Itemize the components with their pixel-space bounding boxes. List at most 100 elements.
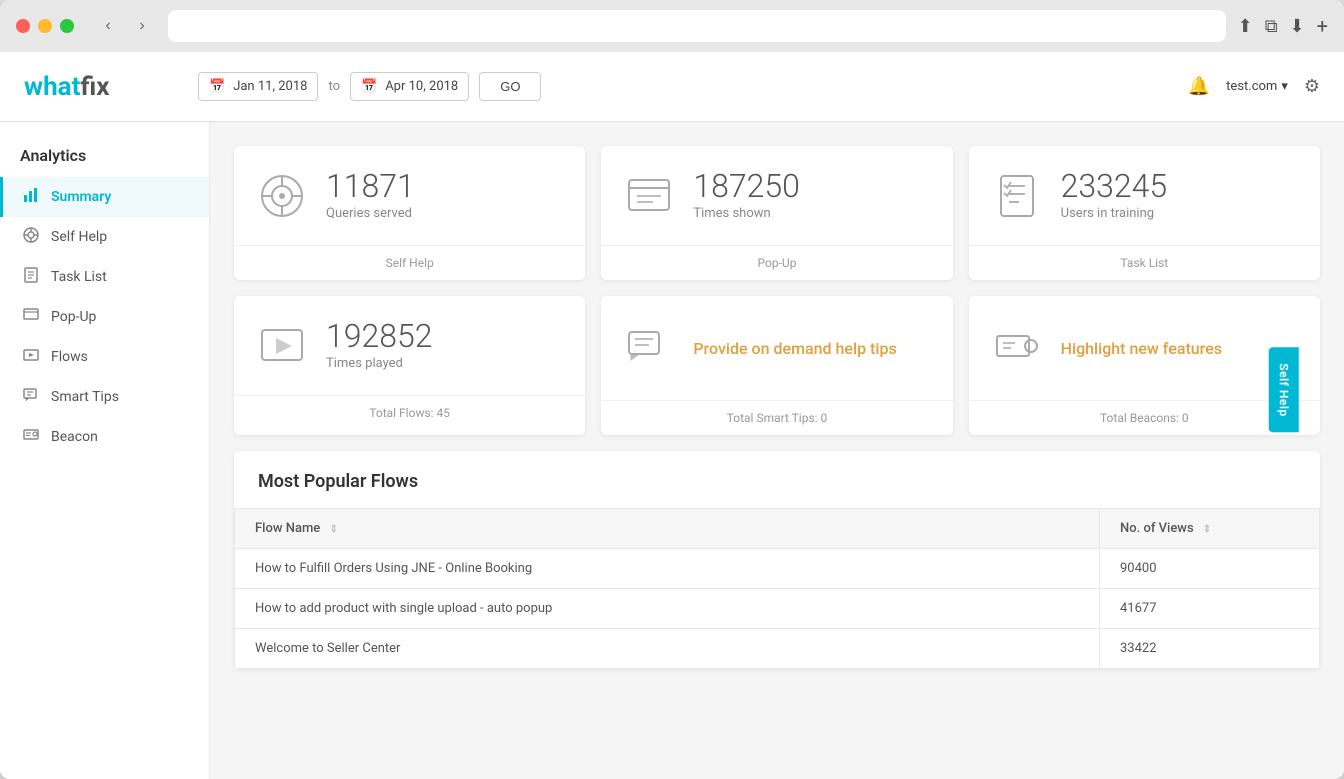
flows-table: Flow Name ⇕ No. of Views ⇕ How to F — [234, 508, 1320, 669]
sort-views-icon: ⇕ — [1203, 524, 1211, 535]
header-right: 🔔 test.com ▾ ⚙ — [1188, 76, 1320, 97]
self-help-icon — [23, 227, 39, 247]
self-help-stat-body: 11871 Queries served — [234, 146, 585, 245]
date-separator: to — [328, 79, 340, 94]
minimize-button[interactable] — [38, 19, 52, 33]
sidebar-flows-label: Flows — [51, 349, 88, 365]
settings-gear-icon[interactable]: ⚙ — [1304, 76, 1320, 97]
table-title: Most Popular Flows — [234, 451, 1320, 508]
dropdown-arrow-icon: ▾ — [1281, 79, 1288, 94]
smart-tips-stat-icon — [625, 324, 673, 372]
flows-footer: Total Flows: 45 — [234, 395, 585, 430]
sidebar-section-title: Analytics — [0, 138, 209, 177]
sidebar: Analytics Summary — [0, 122, 210, 779]
smart-tips-stat-card: Provide on demand help tips Total Smart … — [601, 296, 952, 435]
date-from-input[interactable]: 📅 Jan 11, 2018 — [198, 72, 318, 101]
task-list-stat-icon — [993, 172, 1041, 220]
sidebar-item-pop-up[interactable]: Pop-Up — [0, 297, 209, 337]
calendar-to-icon: 📅 — [361, 79, 377, 94]
close-button[interactable] — [16, 19, 30, 33]
sidebar-item-task-list[interactable]: Task List — [0, 257, 209, 297]
self-help-sidebar-tab[interactable]: Self Help — [1268, 347, 1298, 432]
smart-tips-feature-label: Provide on demand help tips — [693, 339, 896, 358]
flows-icon — [23, 347, 39, 367]
self-help-stat-icon — [258, 172, 306, 220]
sidebar-task-list-label: Task List — [51, 269, 107, 285]
account-name: test.com — [1226, 79, 1277, 94]
date-to-input[interactable]: 📅 Apr 10, 2018 — [350, 72, 469, 101]
beacon-stat-body: Highlight new features — [969, 296, 1320, 400]
self-help-value: 11871 — [326, 170, 415, 202]
sidebar-item-smart-tips[interactable]: Smart Tips — [0, 377, 209, 417]
stats-grid-row2: 192852 Times played Total Flows: 45 — [234, 296, 1320, 435]
task-list-icon — [23, 267, 39, 287]
beacon-icon — [23, 427, 39, 447]
col-flow-name[interactable]: Flow Name ⇕ — [235, 509, 1100, 549]
notification-bell-icon[interactable]: 🔔 — [1188, 76, 1210, 97]
forward-button[interactable]: › — [128, 12, 156, 40]
summary-chart-icon — [23, 187, 39, 207]
date-range: 📅 Jan 11, 2018 to 📅 Apr 10, 2018 GO — [198, 72, 541, 101]
self-help-stat-card: 11871 Queries served Self Help — [234, 146, 585, 280]
beacon-stat-card: Highlight new features Total Beacons: 0 — [969, 296, 1320, 435]
flow-views-cell: 41677 — [1100, 589, 1320, 629]
sidebar-summary-label: Summary — [51, 189, 111, 205]
traffic-lights — [16, 19, 74, 33]
flows-stat-card: 192852 Times played Total Flows: 45 — [234, 296, 585, 435]
table-row: How to add product with single upload - … — [235, 589, 1320, 629]
task-list-stat-card: 233245 Users in training Task List — [969, 146, 1320, 280]
go-button[interactable]: GO — [479, 72, 541, 101]
col-flow-name-label: Flow Name — [255, 521, 320, 536]
stats-grid-row1: 11871 Queries served Self Help — [234, 146, 1320, 280]
beacon-footer: Total Beacons: 0 — [969, 400, 1320, 435]
sidebar-item-summary[interactable]: Summary — [0, 177, 209, 217]
flows-value: 192852 — [326, 320, 433, 352]
popup-footer: Pop-Up — [601, 245, 952, 280]
sidebar-item-beacon[interactable]: Beacon — [0, 417, 209, 457]
app-header: whatfix 📅 Jan 11, 2018 to 📅 Apr 10, 2018… — [0, 52, 1344, 122]
browser-titlebar: ‹ › ⬆ ⧉ ⬇ + — [0, 0, 1344, 52]
flow-views-cell: 33422 — [1100, 629, 1320, 669]
pop-up-icon — [23, 307, 39, 327]
flow-name-cell: Welcome to Seller Center — [235, 629, 1100, 669]
download-icon[interactable]: ⬇ — [1290, 16, 1305, 37]
popup-stat-icon — [625, 172, 673, 220]
share-icon[interactable]: ⬆ — [1238, 16, 1253, 37]
date-from-value: Jan 11, 2018 — [233, 79, 307, 94]
flows-stat-info: 192852 Times played — [326, 320, 433, 371]
nav-buttons: ‹ › — [94, 12, 156, 40]
sidebar-item-flows[interactable]: Flows — [0, 337, 209, 377]
self-help-stat-info: 11871 Queries served — [326, 170, 415, 221]
popup-stat-body: 187250 Times shown — [601, 146, 952, 245]
flow-views-cell: 90400 — [1100, 549, 1320, 589]
address-bar[interactable] — [168, 10, 1226, 42]
smart-tips-footer: Total Smart Tips: 0 — [601, 400, 952, 435]
sidebar-self-help-label: Self Help — [51, 229, 107, 245]
smart-tips-stat-body: Provide on demand help tips — [601, 296, 952, 400]
tab-icon[interactable]: ⧉ — [1265, 16, 1278, 37]
beacon-feature-label: Highlight new features — [1061, 339, 1222, 358]
task-list-label: Users in training — [1061, 206, 1168, 221]
popup-stat-info: 187250 Times shown — [693, 170, 800, 221]
smart-tips-icon — [23, 387, 39, 407]
url-input[interactable] — [221, 19, 1173, 34]
task-list-value: 233245 — [1061, 170, 1168, 202]
account-selector[interactable]: test.com ▾ — [1226, 79, 1288, 94]
calendar-from-icon: 📅 — [209, 79, 225, 94]
flow-name-cell: How to Fulfill Orders Using JNE - Online… — [235, 549, 1100, 589]
most-popular-flows-section: Most Popular Flows Flow Name ⇕ No. of Vi… — [234, 451, 1320, 669]
new-tab-button[interactable]: + — [1317, 14, 1328, 38]
maximize-button[interactable] — [60, 19, 74, 33]
popup-stat-card: 187250 Times shown Pop-Up — [601, 146, 952, 280]
sidebar-pop-up-label: Pop-Up — [51, 309, 96, 325]
back-button[interactable]: ‹ — [94, 12, 122, 40]
beacon-stat-icon — [993, 324, 1041, 372]
sidebar-beacon-label: Beacon — [51, 429, 98, 445]
table-row: Welcome to Seller Center 33422 — [235, 629, 1320, 669]
col-views[interactable]: No. of Views ⇕ — [1100, 509, 1320, 549]
main-layout: Analytics Summary — [0, 122, 1344, 779]
date-to-value: Apr 10, 2018 — [385, 79, 458, 94]
flows-stat-icon — [258, 322, 306, 370]
sidebar-item-self-help[interactable]: Self Help — [0, 217, 209, 257]
popup-value: 187250 — [693, 170, 800, 202]
